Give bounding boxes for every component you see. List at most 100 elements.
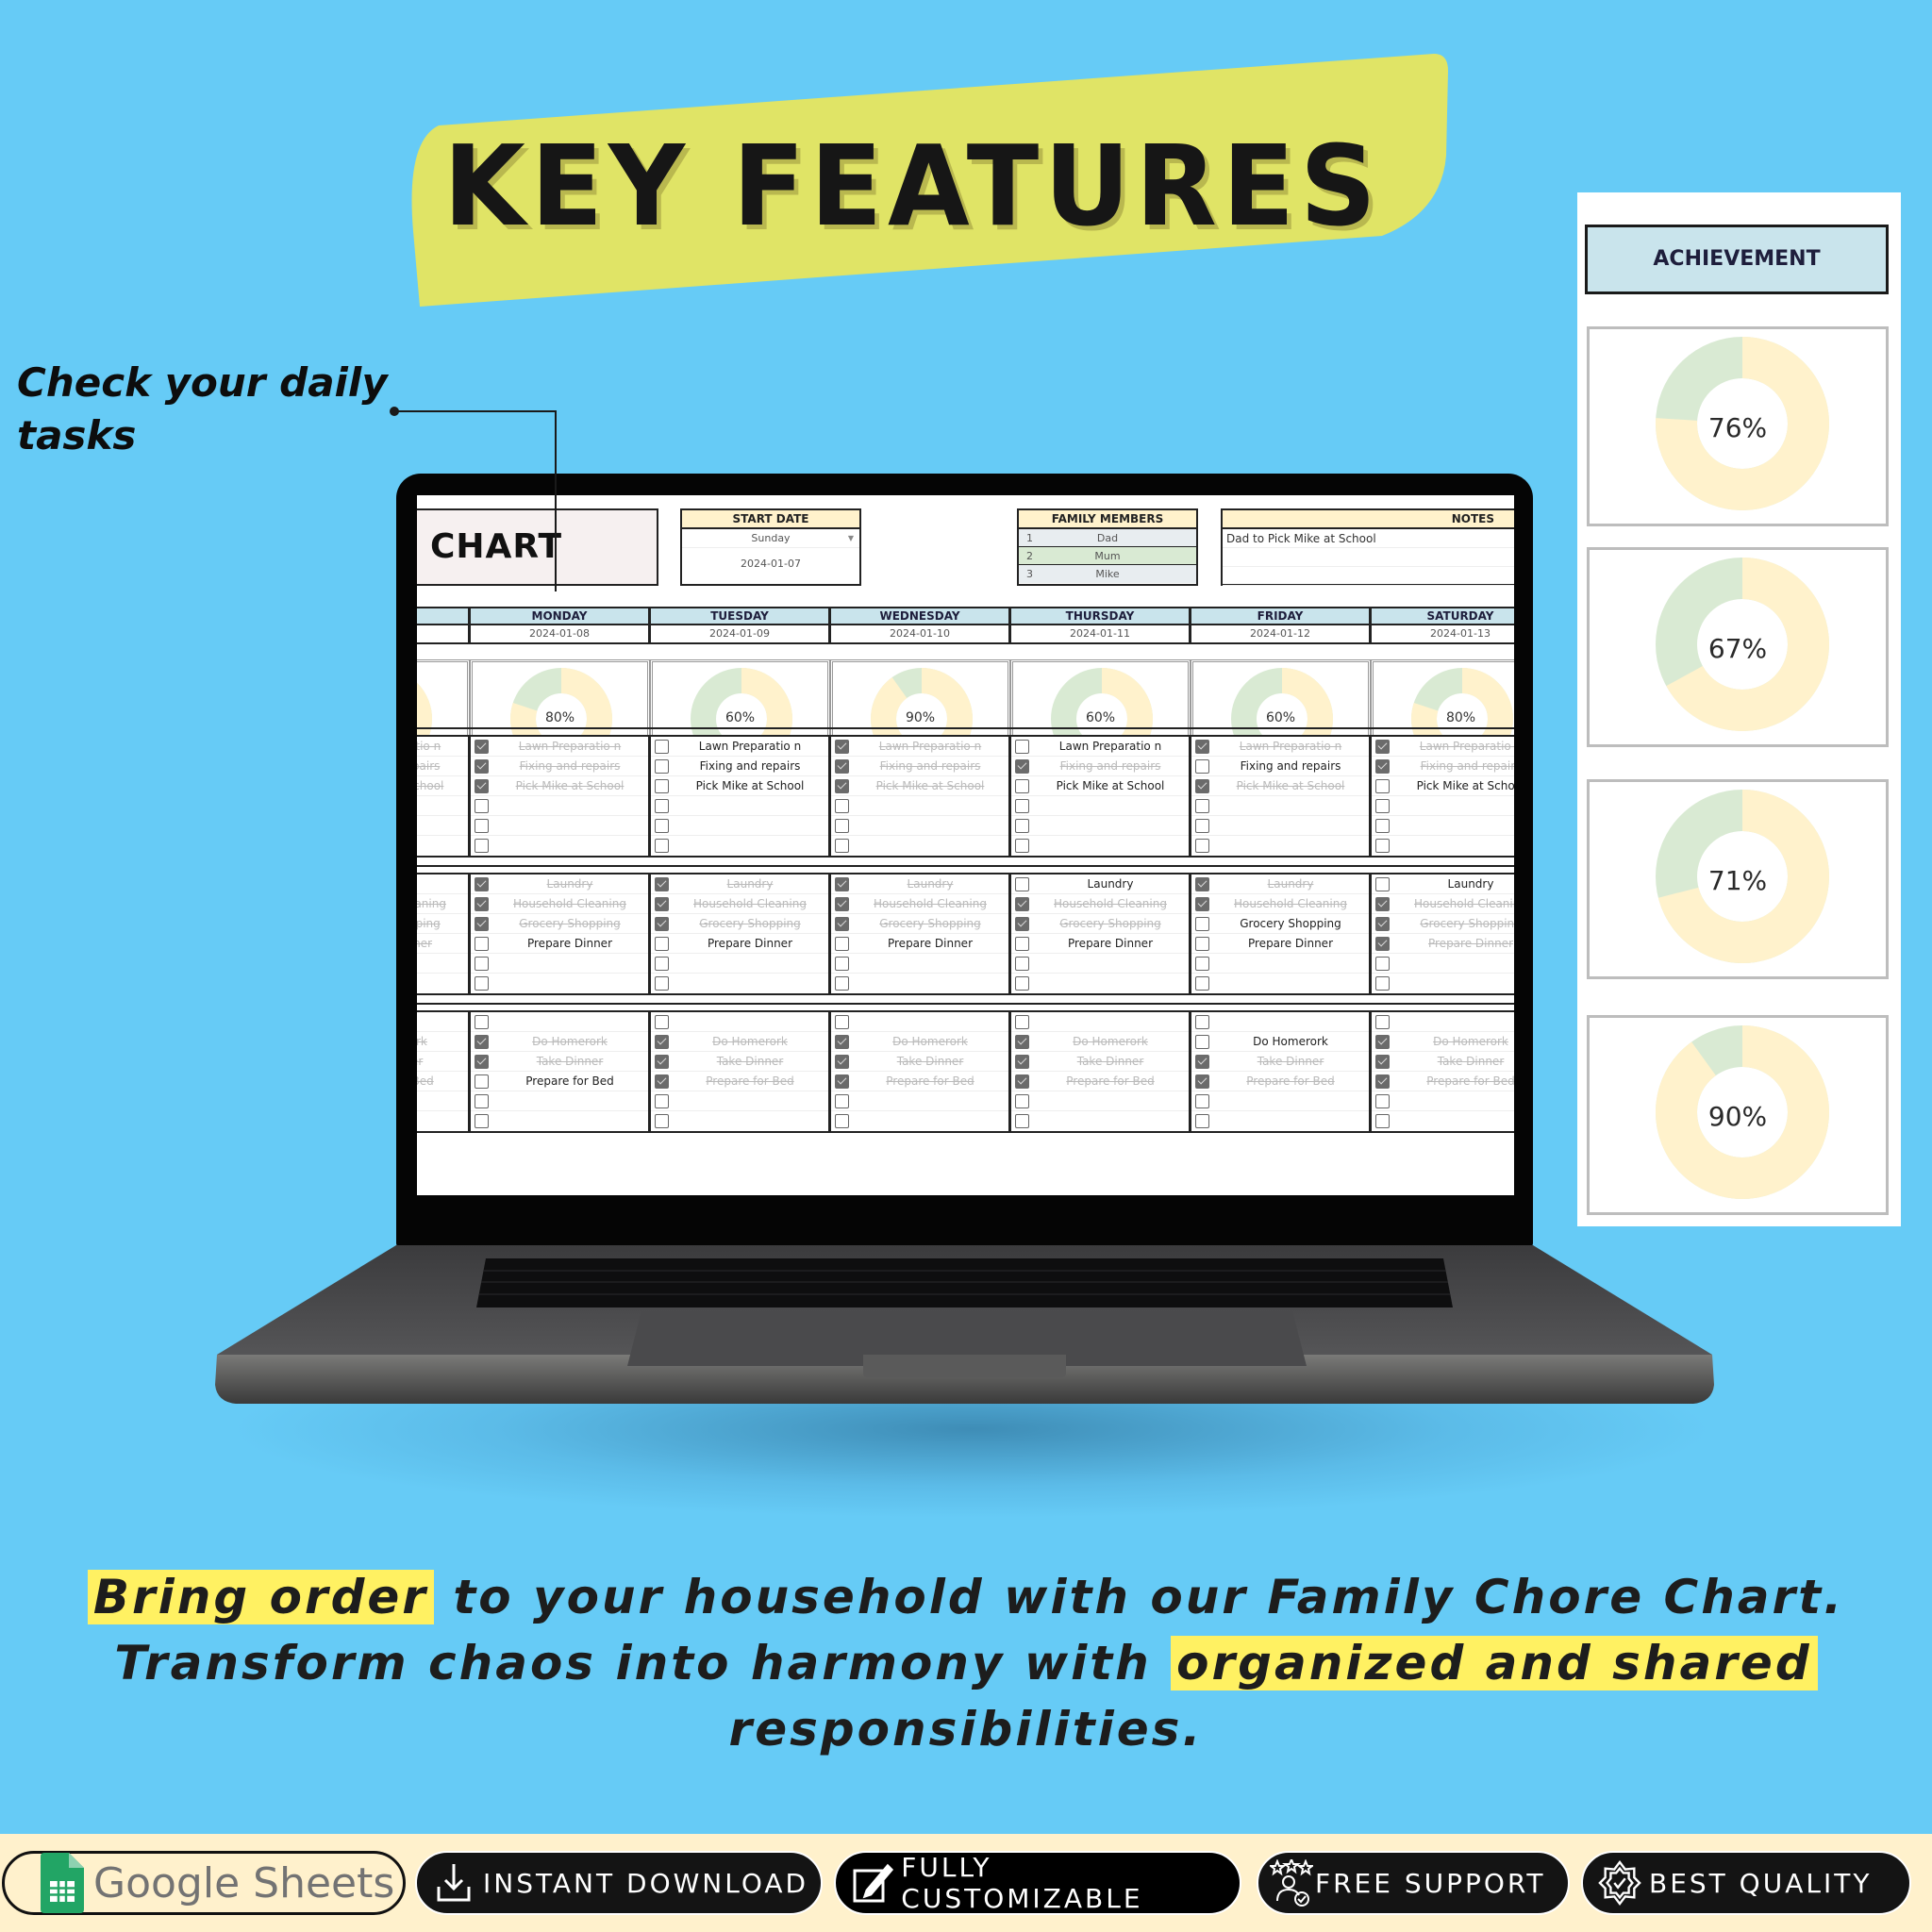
checkbox-unchecked[interactable] [1375,819,1390,833]
checkbox-unchecked[interactable] [835,839,849,853]
checkbox-unchecked[interactable] [655,839,669,853]
checkbox-unchecked[interactable] [1015,799,1029,813]
checkbox-checked[interactable] [1195,1074,1209,1089]
checkbox-unchecked[interactable] [655,1015,669,1029]
checkbox-unchecked[interactable] [475,819,489,833]
checkbox-checked[interactable] [1375,1035,1390,1049]
checkbox-unchecked[interactable] [655,957,669,971]
checkbox-checked[interactable] [835,917,849,931]
checkbox-unchecked[interactable] [655,740,669,754]
checkbox-checked[interactable] [475,759,489,774]
checkbox-checked[interactable] [1015,1055,1029,1069]
checkbox-unchecked[interactable] [1015,819,1029,833]
checkbox-checked[interactable] [655,1035,669,1049]
checkbox-unchecked[interactable] [1015,1094,1029,1108]
checkbox-checked[interactable] [835,1035,849,1049]
checkbox-unchecked[interactable] [1015,937,1029,951]
checkbox-unchecked[interactable] [1015,1015,1029,1029]
checkbox-checked[interactable] [1375,759,1390,774]
checkbox-checked[interactable] [1375,897,1390,911]
dropdown-caret-icon[interactable]: ▼ [848,529,854,548]
checkbox-unchecked[interactable] [1375,877,1390,891]
checkbox-unchecked[interactable] [1195,917,1209,931]
checkbox-unchecked[interactable] [835,1114,849,1128]
checkbox-checked[interactable] [1195,897,1209,911]
checkbox-unchecked[interactable] [835,957,849,971]
checkbox-checked[interactable] [475,877,489,891]
checkbox-unchecked[interactable] [1015,957,1029,971]
checkbox-checked[interactable] [1195,740,1209,754]
checkbox-checked[interactable] [835,1074,849,1089]
checkbox-unchecked[interactable] [655,779,669,793]
family-member-row[interactable]: 2 Mum [1019,547,1196,565]
checkbox-unchecked[interactable] [655,799,669,813]
checkbox-checked[interactable] [1195,779,1209,793]
checkbox-checked[interactable] [835,877,849,891]
checkbox-unchecked[interactable] [475,937,489,951]
checkbox-unchecked[interactable] [1195,819,1209,833]
family-member-row[interactable]: 1 Dad [1019,529,1196,547]
checkbox-unchecked[interactable] [835,937,849,951]
checkbox-unchecked[interactable] [655,976,669,991]
checkbox-unchecked[interactable] [835,976,849,991]
checkbox-unchecked[interactable] [1375,779,1390,793]
checkbox-unchecked[interactable] [1375,976,1390,991]
checkbox-unchecked[interactable] [475,1074,489,1089]
checkbox-checked[interactable] [655,917,669,931]
checkbox-checked[interactable] [835,740,849,754]
checkbox-checked[interactable] [475,917,489,931]
checkbox-unchecked[interactable] [655,1094,669,1108]
checkbox-unchecked[interactable] [1195,839,1209,853]
start-weekday-select[interactable]: Sunday ▼ [682,529,859,548]
checkbox-unchecked[interactable] [475,957,489,971]
checkbox-unchecked[interactable] [1195,1035,1209,1049]
checkbox-unchecked[interactable] [1195,1015,1209,1029]
checkbox-checked[interactable] [1015,917,1029,931]
checkbox-unchecked[interactable] [1375,957,1390,971]
checkbox-checked[interactable] [475,740,489,754]
checkbox-unchecked[interactable] [1015,877,1029,891]
checkbox-unchecked[interactable] [1015,976,1029,991]
checkbox-unchecked[interactable] [1195,976,1209,991]
checkbox-checked[interactable] [835,897,849,911]
checkbox-checked[interactable] [1195,877,1209,891]
checkbox-unchecked[interactable] [1375,1015,1390,1029]
checkbox-unchecked[interactable] [475,1114,489,1128]
notes-line[interactable] [1223,567,1514,586]
checkbox-unchecked[interactable] [475,1015,489,1029]
checkbox-unchecked[interactable] [1375,799,1390,813]
checkbox-unchecked[interactable] [475,799,489,813]
checkbox-checked[interactable] [655,897,669,911]
checkbox-checked[interactable] [1015,1074,1029,1089]
checkbox-unchecked[interactable] [655,937,669,951]
checkbox-unchecked[interactable] [1195,937,1209,951]
checkbox-unchecked[interactable] [1015,779,1029,793]
checkbox-unchecked[interactable] [835,1015,849,1029]
checkbox-checked[interactable] [1375,740,1390,754]
checkbox-unchecked[interactable] [1195,1094,1209,1108]
checkbox-checked[interactable] [1375,1074,1390,1089]
checkbox-checked[interactable] [475,897,489,911]
checkbox-checked[interactable] [1015,897,1029,911]
checkbox-checked[interactable] [1375,937,1390,951]
checkbox-checked[interactable] [1375,917,1390,931]
checkbox-checked[interactable] [655,877,669,891]
checkbox-unchecked[interactable] [1375,1094,1390,1108]
checkbox-unchecked[interactable] [475,976,489,991]
checkbox-unchecked[interactable] [835,799,849,813]
checkbox-checked[interactable] [655,1055,669,1069]
checkbox-checked[interactable] [835,779,849,793]
checkbox-checked[interactable] [475,779,489,793]
checkbox-unchecked[interactable] [655,1114,669,1128]
checkbox-checked[interactable] [1375,1055,1390,1069]
checkbox-unchecked[interactable] [1375,1114,1390,1128]
checkbox-checked[interactable] [475,1055,489,1069]
checkbox-checked[interactable] [835,759,849,774]
checkbox-unchecked[interactable] [835,1094,849,1108]
checkbox-unchecked[interactable] [1195,799,1209,813]
checkbox-checked[interactable] [1015,759,1029,774]
notes-line[interactable]: Dad to Pick Mike at School [1223,529,1514,548]
checkbox-unchecked[interactable] [475,1094,489,1108]
start-date-value[interactable]: 2024-01-07 [682,548,859,580]
checkbox-unchecked[interactable] [475,839,489,853]
